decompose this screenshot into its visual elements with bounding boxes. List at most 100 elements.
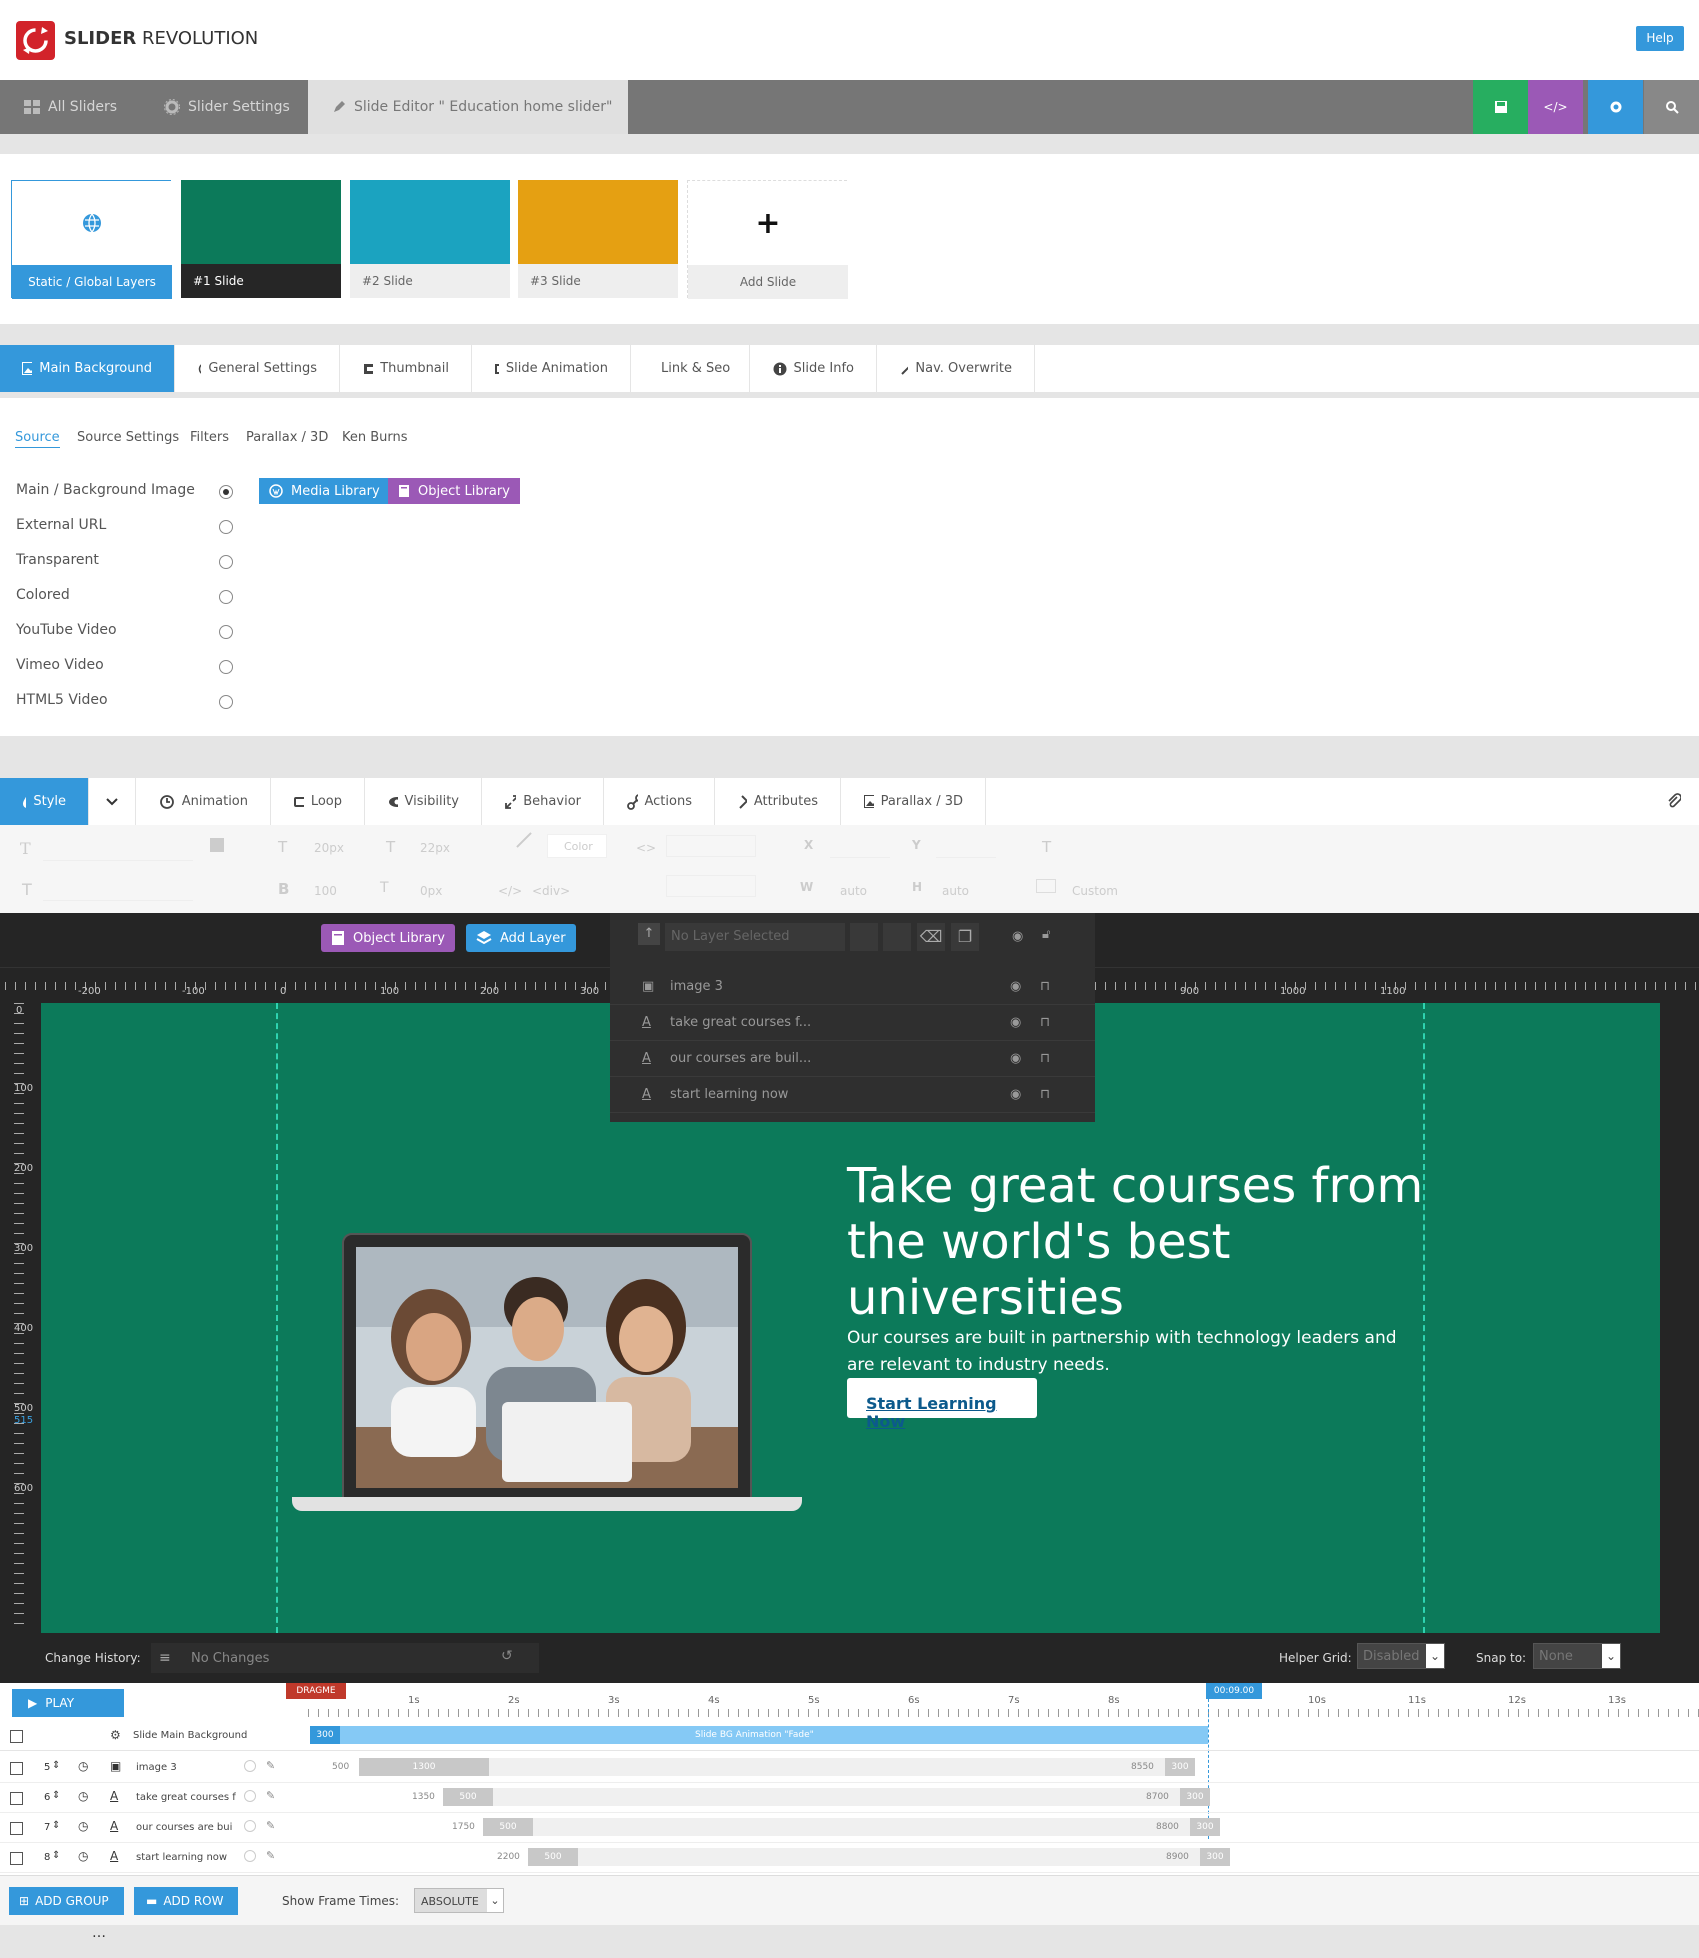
slide-3[interactable]: #3 Slide [518,180,678,298]
font-style-select[interactable] [43,875,193,901]
layer-duration-bar[interactable]: 500 8800 300 [483,1818,1220,1836]
slide-static-global[interactable]: Static / Global Layers [11,180,172,299]
start-learning-button-layer[interactable]: Start Learning Now [847,1378,1037,1431]
row-checkbox[interactable] [10,1852,23,1865]
html-tag-select[interactable]: <div> [532,884,570,898]
subtab-source-settings[interactable]: Source Settings [77,430,179,445]
source-option-radio[interactable] [219,485,233,499]
layer-duration-bar[interactable]: 500 8900 300 [528,1848,1230,1866]
tab-slide-animation[interactable]: Slide Animation [473,345,631,392]
tab-slide-info[interactable]: Slide Info [751,345,877,392]
visibility-toggle[interactable] [244,1760,256,1772]
x-position-input[interactable] [830,834,890,858]
row-checkbox[interactable] [10,1762,23,1775]
add-slide-button[interactable]: + Add Slide [687,180,848,299]
lock-icon[interactable]: ⊓ [1040,979,1050,994]
layer-list-item[interactable]: ▣ image 3 ◉ ⊓ [610,969,1095,1005]
trash-icon[interactable]: ⌫ [917,923,945,951]
layer-list-item[interactable]: A take great courses f... ◉ ⊓ [610,1005,1095,1041]
bg-animation-bar[interactable]: 300 Slide BG Animation "Fade" [310,1726,1208,1744]
save-icon[interactable] [210,838,224,852]
helper-grid-select[interactable]: Disabled ⌄ [1357,1643,1445,1669]
tab-style[interactable]: Style [0,778,89,825]
layer-list-item[interactable]: A start learning now ◉ ⊓ [610,1077,1095,1113]
eye-icon[interactable]: ◉ [1010,1087,1040,1102]
history-icon[interactable]: ⟲ [100,1693,112,1709]
subtext-layer[interactable]: Our courses are built in partnership wit… [847,1325,1407,1379]
cover-mode-select[interactable]: Custom [1072,884,1118,898]
tab-thumbnail[interactable]: Thumbnail [341,345,472,392]
lock-icon[interactable]: 🔓︎ [1042,927,1050,942]
tab-visibility[interactable]: Visibility [366,778,482,825]
change-history-select[interactable]: ≡ No Changes [151,1643,539,1673]
height-input[interactable]: auto [942,884,969,898]
help-button[interactable]: Help [1636,26,1684,51]
snap-to-select[interactable]: None ⌄ [1533,1643,1621,1669]
vertical-align-group[interactable] [666,875,756,897]
tab-loop[interactable]: Loop [272,778,365,825]
width-input[interactable]: auto [840,884,867,898]
subtab-source[interactable]: Source [15,430,60,448]
style-dropdown-toggle[interactable] [90,778,136,825]
subtab-filters[interactable]: Filters [190,430,229,445]
media-library-button[interactable]: Media Library [259,478,390,504]
pencil-icon[interactable]: ✎ [266,1759,275,1772]
source-option-radio[interactable] [219,660,233,674]
source-option-radio[interactable] [219,695,233,709]
paperclip-icon[interactable] [1667,793,1681,809]
eye-icon[interactable]: ◉ [1010,1015,1040,1030]
object-library-button[interactable]: Object Library [321,924,455,952]
add-group-button[interactable]: ⊞ ADD GROUP [9,1887,124,1915]
visibility-toggle[interactable] [244,1820,256,1832]
pencil-icon[interactable]: ✎ [266,1819,275,1832]
row-checkbox[interactable] [10,1792,23,1805]
layer-list-item[interactable]: A our courses are buil... ◉ ⊓ [610,1041,1095,1077]
object-library-button[interactable]: Object Library [388,478,520,504]
layer-action-slot[interactable] [883,923,911,951]
color-picker[interactable]: Color [547,834,607,858]
lock-icon[interactable]: ⊓ [1040,1015,1050,1030]
more-icon[interactable]: … [92,1925,106,1941]
row-checkbox[interactable] [10,1822,23,1835]
sort-icon[interactable]: ⇕ [52,1850,60,1861]
pencil-icon[interactable]: ✎ [266,1789,275,1802]
code-button[interactable]: </> [1528,80,1583,134]
font-size-input[interactable]: 20px [314,841,344,855]
layer-duration-bar[interactable]: 500 8700 300 [443,1788,1210,1806]
lock-icon[interactable]: ⊓ [1040,1087,1050,1102]
sort-icon[interactable]: ⇕ [52,1760,60,1771]
timer-icon[interactable]: ◷ [78,1759,88,1773]
lock-icon[interactable]: ⊓ [1040,1051,1050,1066]
tab-nav-overwrite[interactable]: Nav. Overwrite [878,345,1035,392]
tab-general-settings[interactable]: General Settings [176,345,340,392]
tab-layer-parallax-3d[interactable]: Parallax / 3D [842,778,986,825]
eye-icon[interactable]: ◉ [1010,1051,1040,1066]
subtab-parallax-3d[interactable]: Parallax / 3D [246,430,328,445]
letter-spacing-input[interactable]: 0px [420,884,442,898]
nav-slide-editor[interactable]: Slide Editor " Education home slider" [308,80,628,134]
laptop-image-layer[interactable] [292,1233,802,1511]
slide-1[interactable]: #1 Slide [181,180,341,298]
save-button[interactable] [1473,80,1528,134]
sort-icon[interactable]: ⇕ [52,1820,60,1831]
timer-icon[interactable]: ◷ [78,1819,88,1833]
add-row-button[interactable]: ▬ ADD ROW [134,1887,238,1915]
timer-icon[interactable]: ◷ [78,1849,88,1863]
pencil-icon[interactable]: ✎ [266,1849,275,1862]
font-weight-input[interactable]: 100 [314,884,337,898]
tab-animation[interactable]: Animation [137,778,271,825]
y-position-input[interactable] [936,834,996,858]
tab-actions[interactable]: Actions [605,778,715,825]
source-option-radio[interactable] [219,590,233,604]
undo-icon[interactable]: ↺ [501,1648,513,1664]
visibility-toggle[interactable] [244,1850,256,1862]
visibility-toggle[interactable] [244,1790,256,1802]
headline-layer[interactable]: Take great courses from the world's best… [847,1158,1437,1326]
tab-attributes[interactable]: Attributes [716,778,841,825]
nav-all-sliders[interactable]: All Sliders [24,80,117,134]
tab-main-background[interactable]: Main Background [0,345,175,392]
layer-duration-bar[interactable]: 1300 8550 300 [359,1758,1195,1776]
eye-icon[interactable]: ◉ [1012,929,1023,944]
source-option-radio[interactable] [219,520,233,534]
source-option-radio[interactable] [219,555,233,569]
